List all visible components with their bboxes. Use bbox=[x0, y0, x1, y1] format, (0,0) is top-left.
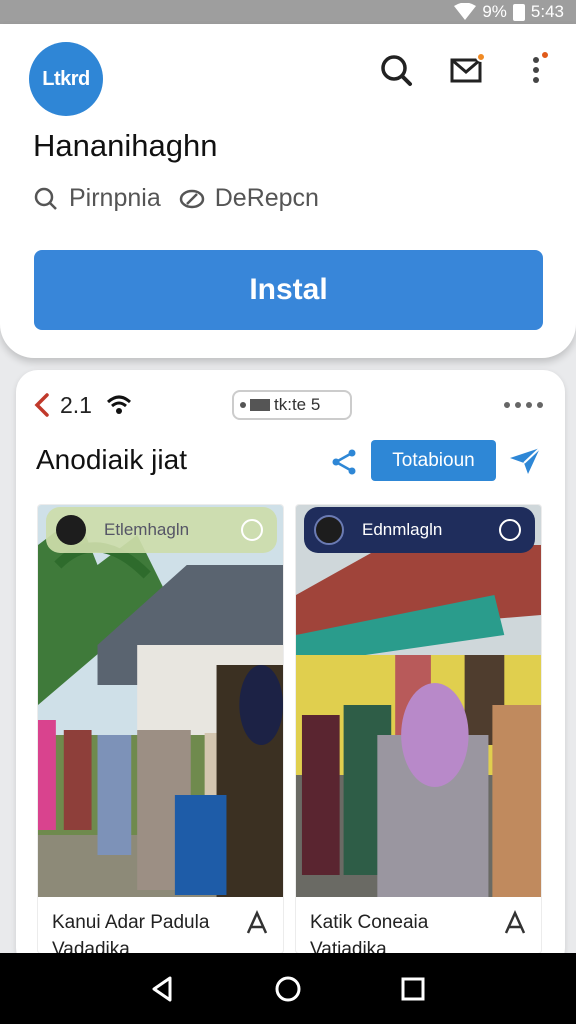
pill-dot bbox=[240, 402, 246, 408]
badge-label: Etlemhagln bbox=[104, 520, 190, 539]
wifi-icon bbox=[454, 3, 477, 20]
badge-avatar-icon bbox=[56, 515, 86, 545]
more-button[interactable] bbox=[518, 50, 554, 88]
logo-text: Ltkrd bbox=[42, 67, 90, 90]
tile-photo bbox=[38, 505, 283, 897]
share-icon[interactable] bbox=[330, 448, 358, 476]
back-icon[interactable] bbox=[148, 974, 178, 1004]
app-meta: Pirnpnia DeRepcn bbox=[33, 184, 319, 213]
battery-icon bbox=[512, 3, 525, 21]
pill-label: tk:te 5 bbox=[274, 395, 321, 414]
search-button[interactable] bbox=[378, 52, 414, 88]
clock: 5:43 bbox=[530, 2, 564, 21]
pill-box bbox=[250, 399, 270, 411]
home-icon[interactable] bbox=[273, 974, 303, 1004]
send-icon[interactable] bbox=[508, 446, 542, 476]
media-tile[interactable]: Etlemhagln Kanui Adar Padula Vadadika bbox=[37, 504, 284, 954]
tile-photo bbox=[296, 505, 541, 897]
tile-caption: Kanui Adar Padula Vadadika bbox=[52, 912, 210, 954]
more-horiz-icon[interactable] bbox=[504, 402, 543, 408]
notification-dot bbox=[540, 50, 550, 60]
recents-icon[interactable] bbox=[398, 974, 428, 1004]
indicator-pill[interactable]: tk:te 5 bbox=[232, 390, 352, 420]
battery-percent: 9% bbox=[482, 2, 507, 21]
flag-icon[interactable] bbox=[501, 909, 529, 937]
back-arrow-icon[interactable] bbox=[32, 392, 52, 418]
badge-label: Ednmlagln bbox=[362, 520, 443, 539]
tile-caption: Katik Coneaia Vatiadika bbox=[310, 912, 429, 954]
media-tile[interactable]: Ednmlagln Katik Coneaia Vatiadika bbox=[295, 504, 542, 954]
search-icon bbox=[34, 187, 57, 210]
install-button[interactable]: Instal bbox=[34, 250, 543, 330]
app-title: Hananihaghn bbox=[33, 128, 218, 163]
link-icon bbox=[179, 189, 204, 208]
status-bar: 9% 5:43 bbox=[0, 0, 576, 24]
system-nav-bar bbox=[0, 953, 576, 1024]
app-logo: Ltkrd bbox=[29, 42, 103, 116]
meta-item-publisher[interactable]: Pirnpnia bbox=[33, 184, 161, 213]
notification-dot bbox=[476, 52, 486, 62]
check-icon bbox=[241, 519, 263, 541]
tile-badge: Ednmlagln bbox=[304, 507, 535, 553]
section-title: Anodiaik jiat bbox=[36, 444, 187, 475]
badge-avatar-icon bbox=[314, 515, 344, 545]
header-actions bbox=[378, 50, 554, 88]
content-card: 2.1 tk:te 5 Anodiaik jiat Totabioun Etle… bbox=[16, 370, 565, 970]
tab-button[interactable]: Totabioun bbox=[371, 440, 496, 481]
flag-icon[interactable] bbox=[243, 909, 271, 937]
meta-label: DeRepcn bbox=[214, 184, 319, 212]
mail-button[interactable] bbox=[448, 52, 486, 88]
version-label: 2.1 bbox=[60, 392, 92, 418]
app-header-card: Ltkrd Hananihaghn Pirnpnia DeRepcn Insta… bbox=[0, 24, 576, 358]
tile-badge: Etlemhagln bbox=[46, 507, 277, 553]
wifi-icon bbox=[106, 395, 132, 414]
meta-item-category[interactable]: DeRepcn bbox=[179, 184, 319, 213]
card-toolbar: 2.1 tk:te 5 bbox=[16, 388, 565, 422]
meta-label: Pirnpnia bbox=[69, 184, 161, 212]
check-icon bbox=[499, 519, 521, 541]
search-icon bbox=[381, 55, 412, 86]
